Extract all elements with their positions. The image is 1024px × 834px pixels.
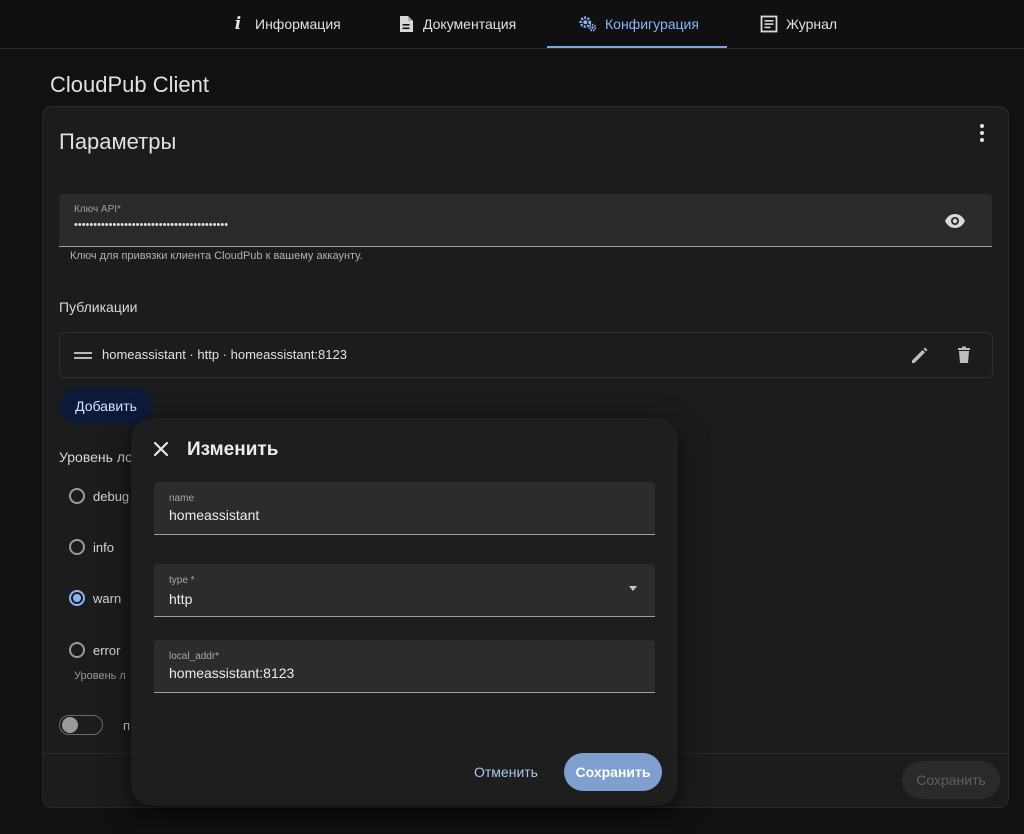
tab-configuration[interactable]: Конфигурация — [579, 0, 699, 48]
add-publication-button[interactable]: Добавить — [59, 388, 153, 424]
tab-label: Информация — [255, 16, 341, 32]
api-key-value: •••••••••••••••••••••••••••••••••••••••• — [74, 219, 229, 231]
tab-info[interactable]: i Информация — [229, 0, 341, 48]
more-options-icon[interactable] — [970, 121, 994, 145]
tab-log[interactable]: Журнал — [760, 0, 837, 48]
tab-label: Документация — [423, 16, 517, 32]
radio-circle[interactable] — [69, 488, 85, 504]
local-addr-value: homeassistant:8123 — [169, 665, 295, 681]
tab-documentation[interactable]: Документация — [397, 0, 516, 48]
log-level-helper: Уровень л — [74, 670, 126, 682]
edit-dialog: Изменить name homeassistant type * http … — [131, 418, 678, 806]
active-tab-indicator — [547, 46, 727, 48]
info-icon: i — [234, 14, 242, 34]
radio-label: warn — [93, 590, 122, 606]
type-select[interactable]: type * http — [154, 564, 655, 617]
radio-info[interactable]: info — [69, 535, 114, 559]
log-level-label: Уровень ло — [59, 449, 133, 465]
delete-icon[interactable] — [954, 345, 974, 365]
api-key-label: Ключ API* — [74, 204, 121, 215]
save-button[interactable]: Сохранить — [564, 753, 662, 791]
type-label: type * — [169, 575, 195, 586]
radio-circle[interactable] — [69, 642, 85, 658]
document-icon — [397, 15, 415, 33]
publication-summary: homeassistant · http · homeassistant:812… — [102, 347, 347, 362]
type-value: http — [169, 591, 193, 607]
app-title: CloudPub Client — [50, 72, 209, 97]
save-button-disabled: Сохранить — [902, 761, 1000, 799]
api-key-helper: Ключ для привязки клиента CloudPub к ваш… — [70, 250, 363, 262]
radio-label: info — [93, 539, 114, 555]
local-addr-field[interactable]: local_addr* homeassistant:8123 — [154, 640, 655, 693]
local-addr-label: local_addr* — [169, 651, 220, 662]
name-label: name — [169, 493, 195, 504]
publications-label: Публикации — [59, 299, 138, 315]
toggle-switch[interactable] — [59, 715, 103, 735]
toggle-label: п — [123, 718, 131, 733]
card-title: Параметры — [59, 129, 177, 154]
top-tab-bar: i Информация Документация Конфигурация Ж… — [0, 0, 1024, 49]
radio-circle-selected[interactable] — [69, 590, 85, 606]
dropdown-arrow-icon[interactable] — [629, 586, 637, 591]
publication-row: homeassistant · http · homeassistant:812… — [59, 332, 993, 378]
drag-handle-icon[interactable] — [74, 352, 92, 359]
cancel-button[interactable]: Отменить — [465, 754, 547, 790]
name-field[interactable]: name homeassistant — [154, 482, 655, 535]
cogs-icon — [579, 15, 597, 33]
log-icon — [760, 15, 778, 33]
tab-label: Конфигурация — [605, 16, 699, 32]
tab-label: Журнал — [786, 16, 838, 32]
radio-label: debug — [93, 488, 130, 504]
radio-error[interactable]: error — [69, 638, 120, 662]
name-value: homeassistant — [169, 507, 260, 523]
radio-label: error — [93, 642, 121, 658]
dialog-title: Изменить — [187, 439, 279, 460]
show-password-icon[interactable] — [944, 210, 966, 232]
radio-warn[interactable]: warn — [69, 586, 121, 610]
toggle-knob — [62, 717, 78, 733]
radio-debug[interactable]: debug — [69, 484, 129, 508]
api-key-field[interactable]: Ключ API* ••••••••••••••••••••••••••••••… — [59, 194, 992, 247]
radio-circle[interactable] — [69, 539, 85, 555]
edit-icon[interactable] — [910, 345, 930, 365]
close-icon[interactable] — [151, 438, 171, 460]
